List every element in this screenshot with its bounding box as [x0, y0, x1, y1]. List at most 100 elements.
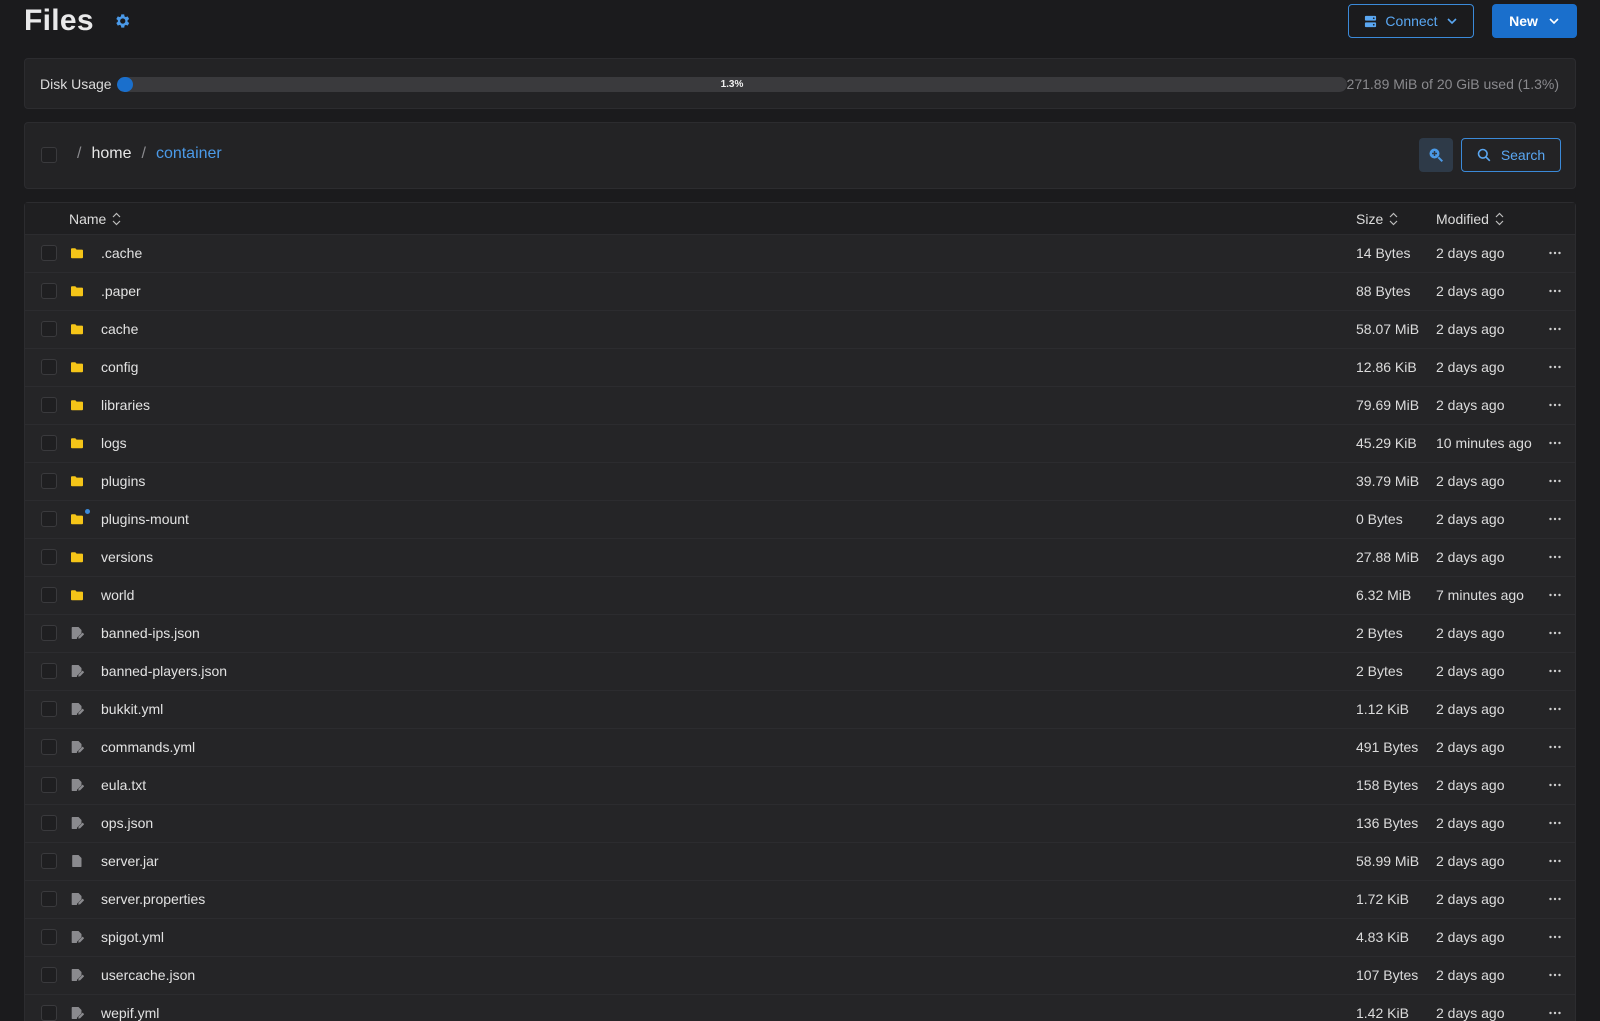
search-button[interactable]: Search: [1461, 138, 1561, 172]
more-options-icon[interactable]: [1548, 854, 1562, 868]
table-row[interactable]: bukkit.yml 1.12 KiB 2 days ago: [25, 691, 1575, 729]
disk-usage-bar: 1.3%: [117, 77, 1347, 92]
table-row[interactable]: plugins-mount 0 Bytes 2 days ago: [25, 501, 1575, 539]
table-row[interactable]: server.jar 58.99 MiB 2 days ago: [25, 843, 1575, 881]
table-row[interactable]: spigot.yml 4.83 KiB 2 days ago: [25, 919, 1575, 957]
more-options-icon[interactable]: [1548, 626, 1562, 640]
table-row[interactable]: logs 45.29 KiB 10 minutes ago: [25, 425, 1575, 463]
table-row[interactable]: commands.yml 491 Bytes 2 days ago: [25, 729, 1575, 767]
file-modified: 2 days ago: [1436, 891, 1505, 907]
file-name[interactable]: .cache: [101, 245, 142, 261]
row-checkbox[interactable]: [41, 321, 57, 337]
more-options-icon[interactable]: [1548, 360, 1562, 374]
more-options-icon[interactable]: [1548, 778, 1562, 792]
breadcrumb-home[interactable]: home: [91, 145, 131, 163]
file-name[interactable]: banned-players.json: [101, 663, 227, 679]
row-checkbox[interactable]: [41, 397, 57, 413]
table-row[interactable]: libraries 79.69 MiB 2 days ago: [25, 387, 1575, 425]
more-options-icon[interactable]: [1548, 246, 1562, 260]
more-options-icon[interactable]: [1548, 968, 1562, 982]
file-name[interactable]: commands.yml: [101, 739, 195, 755]
row-checkbox[interactable]: [41, 549, 57, 565]
file-name[interactable]: wepif.yml: [101, 1005, 159, 1021]
more-options-icon[interactable]: [1548, 892, 1562, 906]
file-name[interactable]: ops.json: [101, 815, 153, 831]
more-options-icon[interactable]: [1548, 1006, 1562, 1020]
more-options-icon[interactable]: [1548, 474, 1562, 488]
file-name[interactable]: versions: [101, 549, 153, 565]
advanced-search-button[interactable]: [1419, 138, 1453, 172]
more-options-icon[interactable]: [1548, 930, 1562, 944]
row-checkbox[interactable]: [41, 435, 57, 451]
breadcrumb-current[interactable]: container: [156, 145, 222, 163]
file-name[interactable]: config: [101, 359, 138, 375]
more-options-icon[interactable]: [1548, 702, 1562, 716]
row-checkbox[interactable]: [41, 929, 57, 945]
file-name[interactable]: server.jar: [101, 853, 159, 869]
table-row[interactable]: usercache.json 107 Bytes 2 days ago: [25, 957, 1575, 995]
more-options-icon[interactable]: [1548, 550, 1562, 564]
file-name[interactable]: plugins-mount: [101, 511, 189, 527]
table-row[interactable]: .paper 88 Bytes 2 days ago: [25, 273, 1575, 311]
column-header-name[interactable]: Name: [69, 211, 121, 227]
more-options-icon[interactable]: [1548, 740, 1562, 754]
file-name[interactable]: libraries: [101, 397, 150, 413]
table-row[interactable]: config 12.86 KiB 2 days ago: [25, 349, 1575, 387]
more-options-icon[interactable]: [1548, 398, 1562, 412]
gear-icon[interactable]: [113, 12, 131, 30]
row-checkbox[interactable]: [41, 967, 57, 983]
row-checkbox[interactable]: [41, 701, 57, 717]
table-row[interactable]: wepif.yml 1.42 KiB 2 days ago: [25, 995, 1575, 1021]
file-name[interactable]: eula.txt: [101, 777, 146, 793]
more-options-icon[interactable]: [1548, 436, 1562, 450]
file-name[interactable]: bukkit.yml: [101, 701, 163, 717]
row-checkbox[interactable]: [41, 511, 57, 527]
file-name[interactable]: logs: [101, 435, 127, 451]
table-row[interactable]: banned-ips.json 2 Bytes 2 days ago: [25, 615, 1575, 653]
row-checkbox[interactable]: [41, 359, 57, 375]
folder-icon: [71, 476, 83, 487]
more-options-icon[interactable]: [1548, 664, 1562, 678]
connect-button[interactable]: Connect: [1348, 4, 1474, 38]
row-checkbox[interactable]: [41, 853, 57, 869]
file-size: 491 Bytes: [1356, 739, 1419, 755]
column-header-size[interactable]: Size: [1356, 211, 1398, 227]
file-name[interactable]: usercache.json: [101, 967, 195, 983]
file-name[interactable]: .paper: [101, 283, 141, 299]
new-button[interactable]: New: [1492, 4, 1577, 38]
table-row[interactable]: cache 58.07 MiB 2 days ago: [25, 311, 1575, 349]
select-all-checkbox[interactable]: [41, 147, 57, 163]
table-row[interactable]: banned-players.json 2 Bytes 2 days ago: [25, 653, 1575, 691]
table-row[interactable]: eula.txt 158 Bytes 2 days ago: [25, 767, 1575, 805]
more-options-icon[interactable]: [1548, 322, 1562, 336]
more-options-icon[interactable]: [1548, 816, 1562, 830]
table-row[interactable]: versions 27.88 MiB 2 days ago: [25, 539, 1575, 577]
row-checkbox[interactable]: [41, 739, 57, 755]
column-header-modified[interactable]: Modified: [1436, 211, 1504, 227]
table-row[interactable]: world 6.32 MiB 7 minutes ago: [25, 577, 1575, 615]
more-options-icon[interactable]: [1548, 512, 1562, 526]
row-checkbox[interactable]: [41, 891, 57, 907]
row-checkbox[interactable]: [41, 625, 57, 641]
row-checkbox[interactable]: [41, 473, 57, 489]
table-row[interactable]: .cache 14 Bytes 2 days ago: [25, 235, 1575, 273]
row-checkbox[interactable]: [41, 815, 57, 831]
row-checkbox[interactable]: [41, 1005, 57, 1021]
file-name[interactable]: banned-ips.json: [101, 625, 200, 641]
file-name[interactable]: spigot.yml: [101, 929, 164, 945]
table-row[interactable]: server.properties 1.72 KiB 2 days ago: [25, 881, 1575, 919]
file-name[interactable]: cache: [101, 321, 138, 337]
row-checkbox[interactable]: [41, 245, 57, 261]
folder-icon: [71, 590, 83, 601]
more-options-icon[interactable]: [1548, 588, 1562, 602]
table-row[interactable]: plugins 39.79 MiB 2 days ago: [25, 463, 1575, 501]
row-checkbox[interactable]: [41, 587, 57, 603]
more-options-icon[interactable]: [1548, 284, 1562, 298]
row-checkbox[interactable]: [41, 283, 57, 299]
table-row[interactable]: ops.json 136 Bytes 2 days ago: [25, 805, 1575, 843]
file-name[interactable]: plugins: [101, 473, 145, 489]
row-checkbox[interactable]: [41, 663, 57, 679]
file-name[interactable]: world: [101, 587, 134, 603]
file-name[interactable]: server.properties: [101, 891, 205, 907]
row-checkbox[interactable]: [41, 777, 57, 793]
